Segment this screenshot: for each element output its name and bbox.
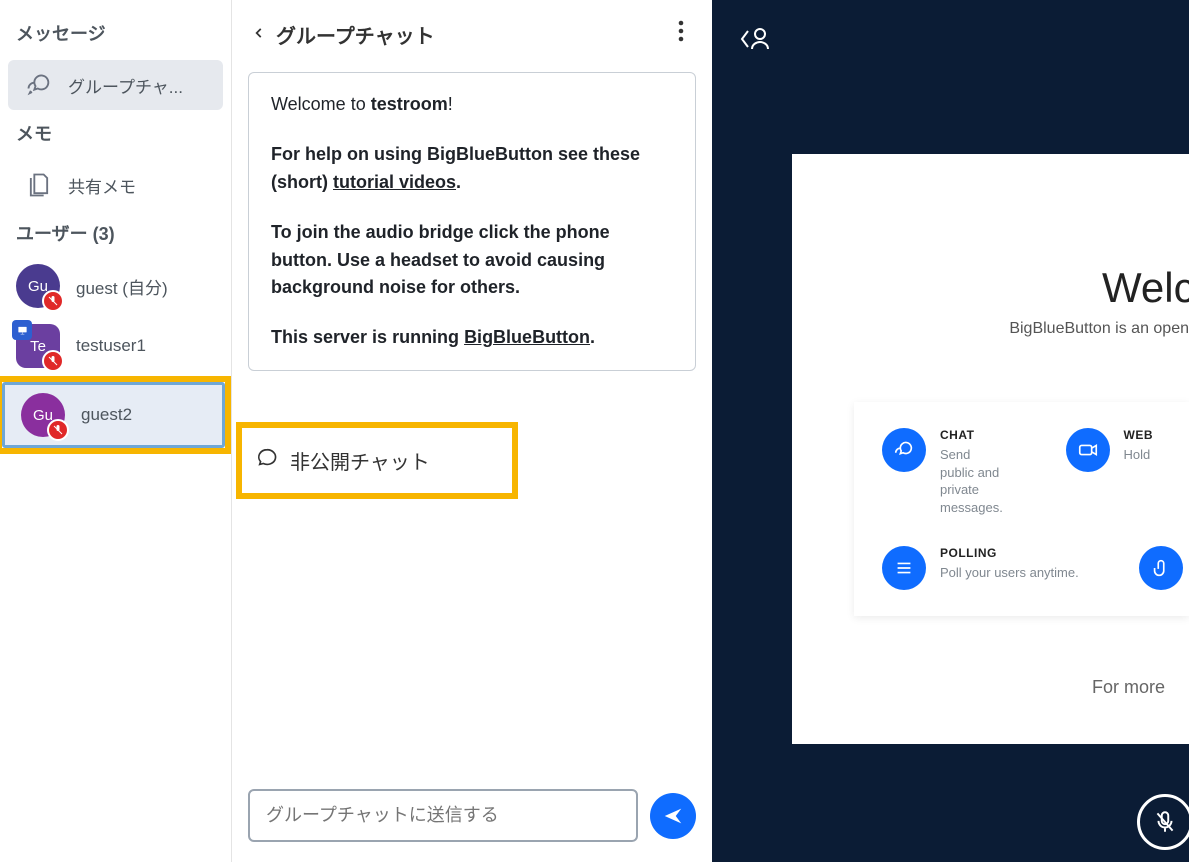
chat-input-row [232, 775, 712, 862]
welcome-message: Welcome to testroom! For help on using B… [248, 72, 696, 371]
slide-subtitle: BigBlueButton is an open [792, 320, 1189, 386]
slide-title: Welco [792, 154, 1189, 320]
users-section-title: ユーザー (3) [0, 214, 231, 256]
welcome-text: To join the audio bridge click the phone… [271, 222, 610, 298]
user-list-item-selected[interactable]: Gu guest2 [2, 382, 225, 448]
menu-item-label: 非公開チャット [290, 446, 430, 475]
feature-title: WEB [1124, 428, 1154, 442]
feature-webcam: WEB Hold [1066, 428, 1189, 516]
welcome-text: . [590, 327, 595, 347]
user-name: guest2 [81, 405, 132, 425]
avatar: Gu [16, 264, 60, 308]
tutorial-link[interactable]: tutorial videos [333, 172, 456, 192]
welcome-text: This server is running [271, 327, 464, 347]
polling-feature-icon [882, 546, 926, 590]
chat-options-button[interactable] [670, 16, 692, 52]
chat-body: Welcome to testroom! For help on using B… [232, 64, 712, 775]
document-icon [24, 170, 54, 200]
chat-bubble-icon [256, 447, 278, 475]
welcome-room: testroom [371, 94, 448, 114]
memo-section-title: メモ [0, 114, 231, 156]
welcome-text: Welcome to [271, 94, 371, 114]
private-chat-menu-item[interactable]: 非公開チャット [242, 428, 512, 493]
user-name: guest (自分) [76, 274, 168, 299]
presentation-panel: Welco BigBlueButton is an open CHAT Send… [712, 0, 1189, 862]
slide-more-text: For more [1092, 677, 1165, 698]
avatar: Gu [21, 393, 65, 437]
emoji-feature-icon [1139, 546, 1183, 590]
presentation-badge-icon [12, 320, 32, 340]
feature-desc: Hold [1124, 446, 1154, 464]
send-button[interactable] [650, 793, 696, 839]
welcome-text: . [456, 172, 461, 192]
user-context-menu: 非公開チャット [236, 422, 518, 499]
user-list-item-self[interactable]: Gu guest (自分) [0, 256, 231, 316]
mic-muted-icon [42, 290, 64, 312]
mic-muted-icon [47, 419, 69, 441]
feature-grid: CHAT Send public and private messages. W… [854, 402, 1189, 616]
presentation-slide: Welco BigBlueButton is an open CHAT Send… [792, 154, 1189, 744]
mute-toggle-button[interactable] [1137, 794, 1189, 850]
chat-title: グループチャット [276, 20, 435, 49]
feature-desc: Send public and private messages. [940, 446, 1006, 516]
feature-emoji: EMO Expre [1139, 546, 1189, 590]
sidebar-item-label: グループチャ... [68, 73, 183, 98]
messages-section-title: メッセージ [0, 14, 231, 56]
back-arrow-button[interactable] [252, 23, 266, 46]
feature-chat: CHAT Send public and private messages. [882, 428, 1006, 516]
bbb-link[interactable]: BigBlueButton [464, 327, 590, 347]
avatar: Te [16, 324, 60, 368]
mic-muted-icon [42, 350, 64, 372]
chat-message-input[interactable] [248, 789, 638, 842]
sidebar-item-label: 共有メモ [68, 173, 136, 198]
chat-icon [24, 70, 54, 100]
feature-title: CHAT [940, 428, 1006, 442]
left-user-panel: メッセージ グループチャ... メモ 共有メモ ユーザー (3) Gu gues… [0, 0, 232, 862]
webcam-feature-icon [1066, 428, 1110, 472]
feature-polling: POLLING Poll your users anytime. [882, 546, 1079, 590]
sidebar-item-shared-memo[interactable]: 共有メモ [8, 160, 223, 210]
feature-title: POLLING [940, 546, 1079, 560]
avatar-initials: Te [30, 338, 46, 355]
sidebar-item-group-chat[interactable]: グループチャ... [8, 60, 223, 110]
chat-panel: グループチャット Welcome to testroom! For help o… [232, 0, 712, 862]
highlight-selection: Gu guest2 [0, 376, 231, 454]
collapse-users-button[interactable] [738, 24, 772, 59]
feature-desc: Poll your users anytime. [940, 564, 1079, 582]
user-name: testuser1 [76, 336, 146, 356]
welcome-text: ! [448, 94, 453, 114]
chat-feature-icon [882, 428, 926, 472]
chat-header: グループチャット [232, 0, 712, 64]
user-list-item[interactable]: Te testuser1 [0, 316, 231, 376]
